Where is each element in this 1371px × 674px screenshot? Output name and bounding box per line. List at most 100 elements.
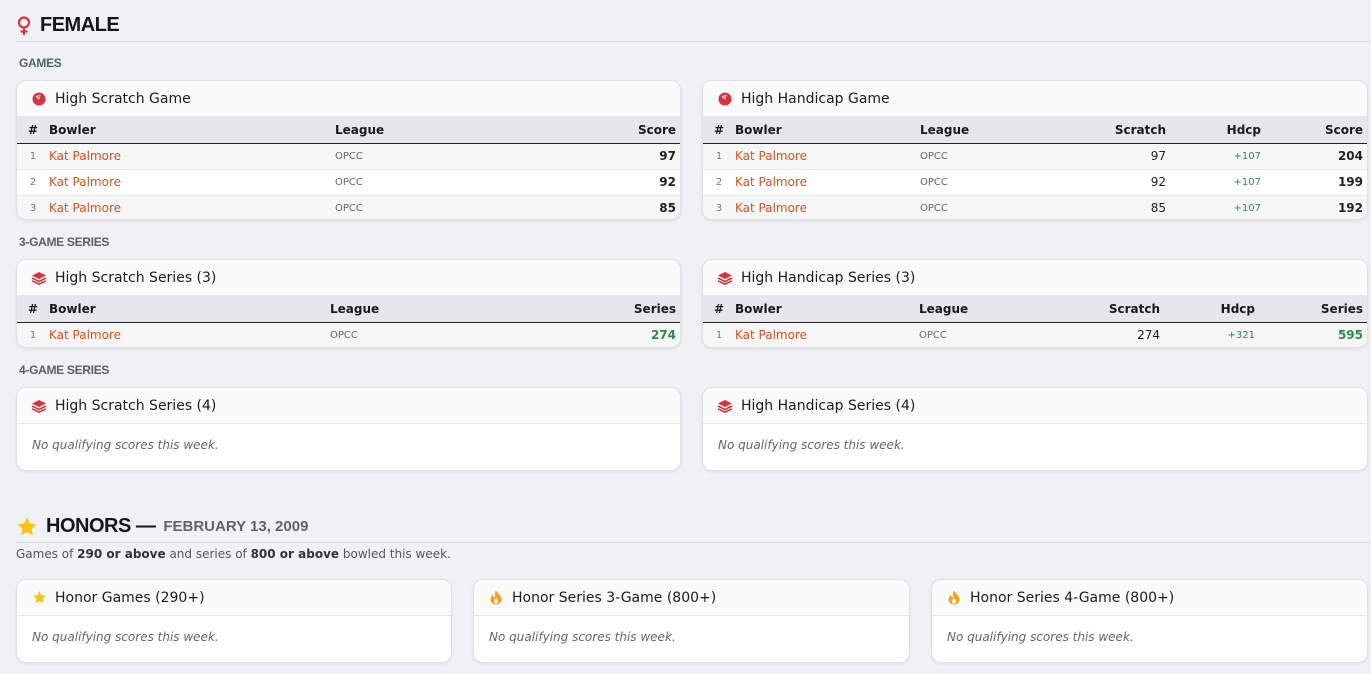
league-cell: OPCC <box>335 195 535 219</box>
bowler-link[interactable]: Kat Palmore <box>49 143 335 170</box>
scratch-cell: 92 <box>1080 169 1170 196</box>
table-row: 1 Kat Palmore OPCC 274 +321 595 <box>703 322 1367 347</box>
fire-icon <box>488 590 504 606</box>
fire-icon <box>946 590 962 606</box>
col-hdcp: Hdcp <box>1164 296 1259 323</box>
card-header: Honor Series 3-Game (800+) <box>474 580 909 616</box>
rank-cell: 2 <box>17 169 49 196</box>
card-title: Honor Series 4-Game (800+) <box>970 589 1175 606</box>
col-series: Series <box>1259 296 1367 323</box>
col-league: League <box>330 296 530 323</box>
col-bowler: Bowler <box>49 296 330 323</box>
empty-message: No qualifying scores this week. <box>32 438 219 452</box>
rank-cell: 1 <box>703 322 735 347</box>
high-handicap-series4-card: High Handicap Series (4) No qualifying s… <box>702 387 1368 471</box>
bowler-link[interactable]: Kat Palmore <box>735 195 920 219</box>
desc-threshold-series: 800 or above <box>250 547 340 561</box>
empty-message: No qualifying scores this week. <box>947 630 1134 644</box>
high-scratch-game-card: High Scratch Game # Bowler League Score … <box>16 80 681 220</box>
bowler-link[interactable]: Kat Palmore <box>49 322 330 347</box>
desc-text: and series of <box>165 547 251 561</box>
league-cell: OPCC <box>920 195 1080 219</box>
layers-icon <box>31 270 47 286</box>
card-header: Honor Series 4-Game (800+) <box>932 580 1367 616</box>
col-hdcp: Hdcp <box>1170 117 1265 144</box>
desc-threshold-games: 290 or above <box>77 547 166 561</box>
bowler-link[interactable]: Kat Palmore <box>49 169 335 196</box>
honors-title: HONORS — <box>46 515 156 537</box>
table-row: 1 Kat Palmore OPCC 274 <box>17 322 680 347</box>
layers-icon <box>717 270 733 286</box>
honor-series4-card: Honor Series 4-Game (800+) No qualifying… <box>931 579 1368 663</box>
card-header: High Scratch Game <box>17 81 680 117</box>
rank-cell: 1 <box>17 143 49 170</box>
empty-message: No qualifying scores this week. <box>489 630 676 644</box>
high-handicap-series3-table: # Bowler League Scratch Hdcp Series 1 Ka… <box>703 296 1367 347</box>
high-scratch-series3-card: High Scratch Series (3) # Bowler League … <box>16 259 681 348</box>
female-symbol-icon <box>16 15 32 36</box>
score-cell: 199 <box>1265 169 1367 196</box>
bowler-link[interactable]: Kat Palmore <box>735 169 920 196</box>
bowler-link[interactable]: Kat Palmore <box>49 195 335 219</box>
layers-icon <box>31 398 47 414</box>
table-row: 1 Kat Palmore OPCC 97 +107 204 <box>703 143 1367 170</box>
series-cell: 274 <box>530 322 680 347</box>
empty-message: No qualifying scores this week. <box>32 630 219 644</box>
star-icon <box>16 516 38 538</box>
table-row: 2 Kat Palmore OPCC 92 +107 199 <box>703 169 1367 196</box>
card-title: High Scratch Game <box>55 90 191 107</box>
series4-subhead: 4-GAME SERIES <box>19 363 110 377</box>
bowling-ball-icon <box>717 91 733 107</box>
desc-text: Games of <box>16 547 78 561</box>
honor-series3-card: Honor Series 3-Game (800+) No qualifying… <box>473 579 910 663</box>
rank-cell: 3 <box>703 195 735 219</box>
score-cell: 192 <box>1265 195 1367 219</box>
high-handicap-game-table: # Bowler League Scratch Hdcp Score 1 Kat… <box>703 117 1367 219</box>
honors-section-title: HONORS — FEBRUARY 13, 2009 <box>16 515 308 538</box>
female-divider <box>16 41 1371 42</box>
honors-date: FEBRUARY 13, 2009 <box>163 518 309 535</box>
empty-message: No qualifying scores this week. <box>718 438 905 452</box>
card-header: High Handicap Game <box>703 81 1367 117</box>
card-title: Honor Series 3-Game (800+) <box>512 589 717 606</box>
bowler-link[interactable]: Kat Palmore <box>735 143 920 170</box>
card-header: High Handicap Series (4) <box>703 388 1367 424</box>
score-cell: 204 <box>1265 143 1367 170</box>
scratch-cell: 274 <box>1079 322 1164 347</box>
league-cell: OPCC <box>920 169 1080 196</box>
col-league: League <box>919 296 1079 323</box>
series-cell: 595 <box>1259 322 1367 347</box>
col-rank: # <box>703 117 735 144</box>
league-cell: OPCC <box>335 169 535 196</box>
col-league: League <box>920 117 1080 144</box>
high-handicap-game-card: High Handicap Game # Bowler League Scrat… <box>702 80 1368 220</box>
col-rank: # <box>17 296 49 323</box>
score-cell: 97 <box>535 143 680 170</box>
col-series: Series <box>530 296 680 323</box>
col-rank: # <box>703 296 735 323</box>
bowling-ball-icon <box>31 91 47 107</box>
rank-cell: 1 <box>703 143 735 170</box>
card-title: High Scratch Series (3) <box>55 269 217 286</box>
high-scratch-game-table: # Bowler League Score 1 Kat Palmore OPCC… <box>17 117 680 219</box>
score-cell: 85 <box>535 195 680 219</box>
layers-icon <box>717 398 733 414</box>
league-cell: OPCC <box>919 322 1079 347</box>
female-title: FEMALE <box>40 14 120 36</box>
card-header: High Handicap Series (3) <box>703 260 1367 296</box>
scratch-cell: 85 <box>1080 195 1170 219</box>
honors-description: Games of 290 or above and series of 800 … <box>16 547 451 561</box>
series3-subhead: 3-GAME SERIES <box>19 235 110 249</box>
league-cell: OPCC <box>335 143 535 170</box>
rank-cell: 2 <box>703 169 735 196</box>
hdcp-cell: +107 <box>1170 169 1265 196</box>
col-score: Score <box>1265 117 1367 144</box>
star-icon <box>31 590 47 606</box>
card-title: Honor Games (290+) <box>55 589 205 606</box>
bowler-link[interactable]: Kat Palmore <box>735 322 919 347</box>
league-cell: OPCC <box>330 322 530 347</box>
league-cell: OPCC <box>920 143 1080 170</box>
high-handicap-series3-card: High Handicap Series (3) # Bowler League… <box>702 259 1368 348</box>
col-bowler: Bowler <box>735 117 920 144</box>
col-score: Score <box>535 117 680 144</box>
